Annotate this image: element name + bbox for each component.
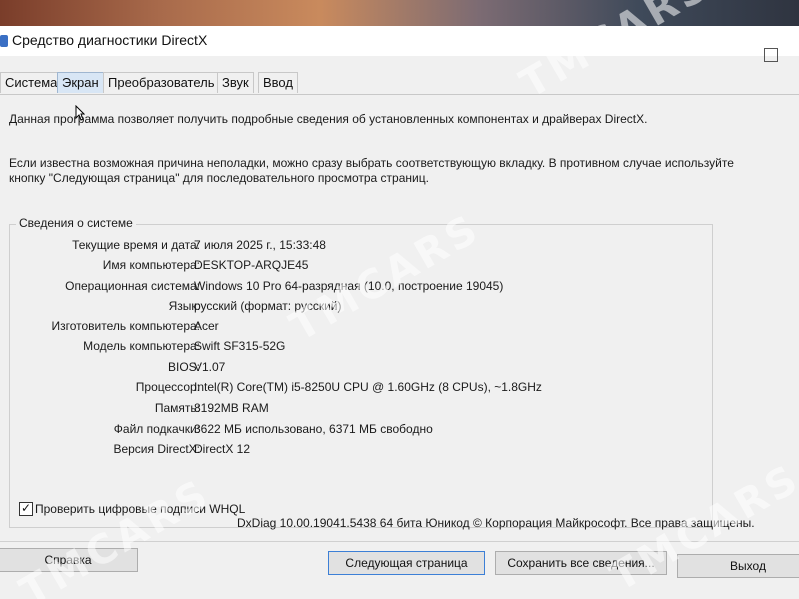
directx-app-icon — [0, 35, 8, 47]
info-row-datetime: Текущие время и дата: 7 июля 2025 г., 15… — [10, 238, 710, 256]
dxdiag-window: Средство диагностики DirectX Система Экр… — [0, 26, 799, 599]
info-value: Windows 10 Pro 64-разрядная (10.0, постр… — [194, 279, 504, 293]
system-info-group: Сведения о системе Текущие время и дата:… — [9, 216, 713, 528]
info-label: Процессор: — [135, 380, 200, 394]
info-value: 3622 МБ использовано, 6371 МБ свободно — [194, 422, 433, 436]
next-page-button[interactable]: Следующая страница — [328, 551, 485, 575]
maximize-button[interactable] — [764, 48, 778, 62]
info-row-manufacturer: Изготовитель компьютера: Acer — [10, 319, 710, 337]
title-bar: Средство диагностики DirectX — [0, 26, 799, 62]
system-info-group-title: Сведения о системе — [16, 216, 136, 230]
tab-system[interactable]: Система — [0, 72, 63, 93]
info-label: Операционная система: — [65, 279, 200, 293]
info-label: Версия DirectX: — [113, 442, 200, 456]
info-label: Изготовитель компьютера: — [51, 319, 201, 333]
info-label: Имя компьютера: — [102, 258, 200, 272]
info-value: Swift SF315-52G — [194, 339, 286, 353]
tab-divider — [0, 94, 799, 95]
tab-render[interactable]: Преобразователь — [103, 72, 220, 93]
window-title: Средство диагностики DirectX — [12, 32, 208, 48]
info-value: 7 июля 2025 г., 15:33:48 — [194, 238, 326, 252]
info-row-pagefile: Файл подкачки: 3622 МБ использовано, 637… — [10, 422, 710, 440]
info-value: Intel(R) Core(TM) i5-8250U CPU @ 1.60GHz… — [194, 380, 542, 394]
desktop-background — [0, 0, 799, 28]
info-label: Текущие время и дата: — [72, 238, 200, 252]
info-row-directx-version: Версия DirectX: DirectX 12 — [10, 442, 710, 460]
whql-checkbox[interactable]: ✓ — [19, 501, 33, 516]
info-row-memory: Память: 8192MB RAM — [10, 401, 710, 419]
info-row-language: Язык: русский (формат: русский) — [10, 299, 710, 317]
info-label: Файл подкачки: — [113, 422, 200, 436]
tab-strip: Система Экран Преобразователь Звук Ввод — [0, 72, 799, 94]
info-value: Acer — [194, 319, 219, 333]
intro-line-1: Данная программа позволяет получить подр… — [9, 112, 648, 126]
info-row-computer-name: Имя компьютера: DESKTOP-ARQJE45 — [10, 258, 710, 276]
exit-button[interactable]: Выход — [677, 554, 799, 578]
tab-display[interactable]: Экран — [57, 72, 104, 93]
info-value: 8192MB RAM — [194, 401, 269, 415]
info-value: DirectX 12 — [194, 442, 251, 456]
intro-line-2: Если известна возможная причина неполадк… — [9, 156, 734, 170]
whql-checkbox-label: Проверить цифровые подписи WHQL — [35, 502, 246, 516]
check-mark-icon: ✓ — [21, 501, 32, 515]
info-label: Модель компьютера: — [83, 339, 200, 353]
footer-divider — [0, 541, 799, 542]
copyright-text: DxDiag 10.00.19041.5438 64 бита Юникод ©… — [237, 516, 755, 530]
info-value: DESKTOP-ARQJE45 — [194, 258, 309, 272]
tab-sound[interactable]: Звук — [217, 72, 254, 93]
info-row-bios: BIOS: V1.07 — [10, 360, 710, 378]
info-value: V1.07 — [194, 360, 226, 374]
info-value: русский (формат: русский) — [194, 299, 342, 313]
info-row-os: Операционная система: Windows 10 Pro 64-… — [10, 279, 710, 297]
help-button[interactable]: Справка — [0, 548, 138, 572]
intro-line-3: кнопку "Следующая страница" для последов… — [9, 171, 429, 185]
tab-input[interactable]: Ввод — [258, 72, 298, 93]
info-row-processor: Процессор: Intel(R) Core(TM) i5-8250U CP… — [10, 380, 710, 398]
save-all-button[interactable]: Сохранить все сведения... — [495, 551, 667, 575]
info-row-model: Модель компьютера: Swift SF315-52G — [10, 339, 710, 357]
